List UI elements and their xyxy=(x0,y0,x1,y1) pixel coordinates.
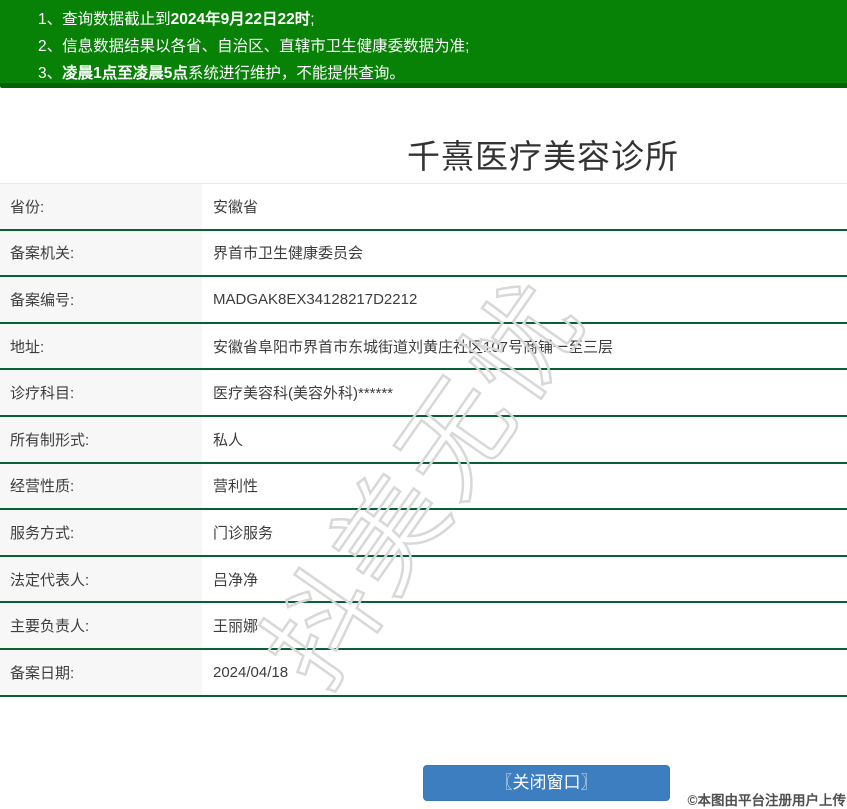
row-value: 2024/04/18 xyxy=(213,663,289,681)
row-value: 营利性 xyxy=(213,478,259,496)
row-label: 备案日期: xyxy=(0,649,202,695)
table-row-ownership: 所有制形式: 私人 xyxy=(0,416,847,464)
row-value: 门诊服务 xyxy=(213,524,274,542)
notice-line-1: 1、查询数据截止到2024年9月22日22时; xyxy=(38,6,837,33)
row-label: 诊疗科目: xyxy=(0,370,202,415)
row-label: 备案编号: xyxy=(0,277,202,322)
notice-line-3-bold: 凌晨1点至凌晨5点 xyxy=(62,65,188,82)
table-row-filing-date: 备案日期: 2024/04/18 xyxy=(0,649,847,697)
table-row-business-nature: 经营性质: 营利性 xyxy=(0,463,847,511)
notice-line-1-bold: 2024年9月22日22时 xyxy=(170,11,311,28)
table-row-main-person-in-charge: 主要负责人: 王丽娜 xyxy=(0,603,847,650)
copyright-watermark: ©本图由平台注册用户上传 xyxy=(687,793,846,808)
row-value: 安徽省阜阳市界首市东城街道刘黄庄社区107号商铺一至三层 xyxy=(213,338,614,356)
row-value: MADGAK8EX34128217D2212 xyxy=(213,290,418,308)
row-value: 界首市卫生健康委员会 xyxy=(213,245,364,263)
notice-line-3: 3、凌晨1点至凌晨5点系统进行维护，不能提供查询。 xyxy=(38,60,837,87)
page-title: 千熹医疗美容诊所 xyxy=(407,138,679,175)
row-label: 服务方式: xyxy=(0,510,202,555)
row-label: 主要负责人: xyxy=(0,603,202,648)
notice-banner: 1、查询数据截止到2024年9月22日22时; 2、信息数据结果以各省、自治区、… xyxy=(0,0,847,88)
row-value: 医疗美容科(美容外科)****** xyxy=(213,385,394,403)
table-row-departments: 诊疗科目: 医疗美容科(美容外科)****** xyxy=(0,370,847,417)
notice-line-3-number: 3、 xyxy=(38,65,63,82)
notice-line-1-number: 1、 xyxy=(38,11,63,28)
query-result-page: { "notice": { "lines": [ { "num": "1、", … xyxy=(0,0,847,808)
row-label: 所有制形式: xyxy=(0,416,202,462)
notice-line-2-number: 2、 xyxy=(38,38,63,55)
row-label: 经营性质: xyxy=(0,463,202,509)
close-window-button[interactable]: 〖关闭窗口〗 xyxy=(423,765,670,801)
table-row-province: 省份: 安徽省 xyxy=(0,184,847,231)
row-label: 法定代表人: xyxy=(0,556,202,602)
notice-line-1-tail: ; xyxy=(310,11,315,28)
row-value: 王丽娜 xyxy=(213,618,259,636)
row-label: 地址: xyxy=(0,323,202,369)
row-value: 吕净净 xyxy=(213,571,259,589)
notice-line-3-tail: 系统进行维护，不能提供查询。 xyxy=(187,65,405,82)
notice-line-2-text: 信息数据结果以各省、自治区、直辖市卫生健康委数据为准; xyxy=(62,38,470,55)
row-label: 省份: xyxy=(0,184,202,229)
notice-line-1-text: 查询数据截止到 xyxy=(62,11,171,28)
table-row-filing-number: 备案编号: MADGAK8EX34128217D2212 xyxy=(0,277,847,324)
table-row-address: 地址: 安徽省阜阳市界首市东城街道刘黄庄社区107号商铺一至三层 xyxy=(0,323,847,371)
row-value: 安徽省 xyxy=(213,198,259,216)
table-row-filing-authority: 备案机关: 界首市卫生健康委员会 xyxy=(0,230,847,278)
table-row-legal-representative: 法定代表人: 吕净净 xyxy=(0,556,847,604)
row-label: 备案机关: xyxy=(0,230,202,276)
info-table: 省份: 安徽省 备案机关: 界首市卫生健康委员会 备案编号: MADGAK8EX… xyxy=(0,183,847,697)
row-value: 私人 xyxy=(213,431,244,449)
notice-line-2: 2、信息数据结果以各省、自治区、直辖市卫生健康委数据为准; xyxy=(38,33,837,60)
table-row-service-mode: 服务方式: 门诊服务 xyxy=(0,510,847,557)
